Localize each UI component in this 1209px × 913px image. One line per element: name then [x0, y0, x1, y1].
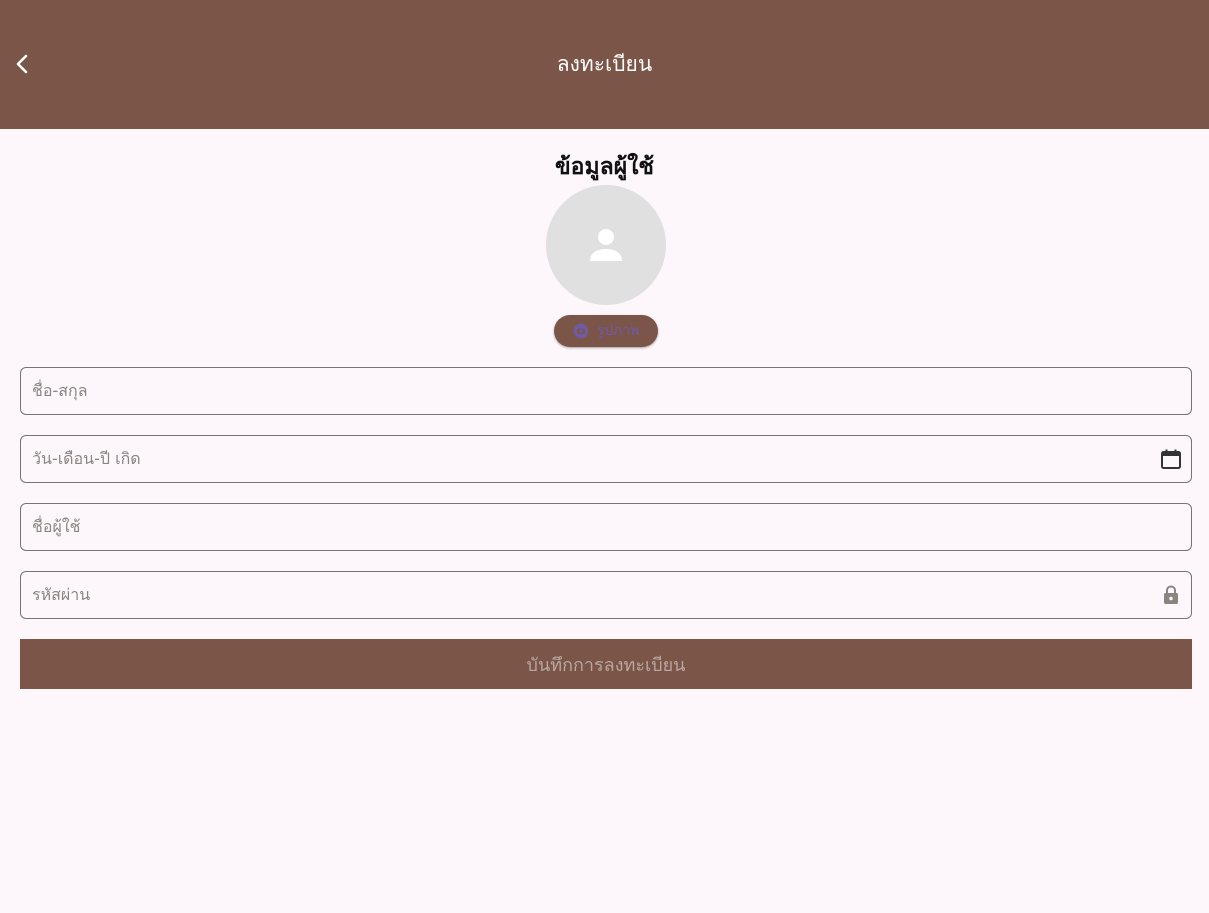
select-photo-label: รูปภาพ — [596, 323, 640, 339]
submit-registration-button[interactable]: บันทึกการลงทะเบียน — [20, 639, 1192, 689]
section-title: ข้อมูลผู้ใช้ — [554, 154, 655, 180]
birthdate-field[interactable]: วัน-เดือน-ปี เกิด — [20, 435, 1192, 483]
select-photo-button[interactable]: รูปภาพ — [554, 315, 658, 347]
fullname-placeholder: ชื่อ-สกุล — [32, 381, 88, 400]
calendar-icon[interactable] — [1159, 447, 1183, 471]
camera-icon — [573, 323, 588, 339]
page-title: ลงทะเบียน — [556, 52, 653, 76]
submit-registration-label: บันทึกการลงทะเบียน — [526, 654, 686, 676]
person-icon — [590, 229, 622, 261]
username-field[interactable]: ชื่อผู้ใช้ — [20, 503, 1192, 551]
avatar — [546, 185, 666, 305]
birthdate-placeholder: วัน-เดือน-ปี เกิด — [32, 449, 141, 468]
fullname-field[interactable]: ชื่อ-สกุล — [20, 367, 1192, 415]
password-placeholder: รหัสผ่าน — [32, 585, 91, 604]
username-placeholder: ชื่อผู้ใช้ — [32, 517, 81, 536]
password-field[interactable]: รหัสผ่าน — [20, 571, 1192, 619]
lock-icon — [1164, 585, 1178, 604]
app-bar: ลงทะเบียน — [0, 0, 1209, 129]
